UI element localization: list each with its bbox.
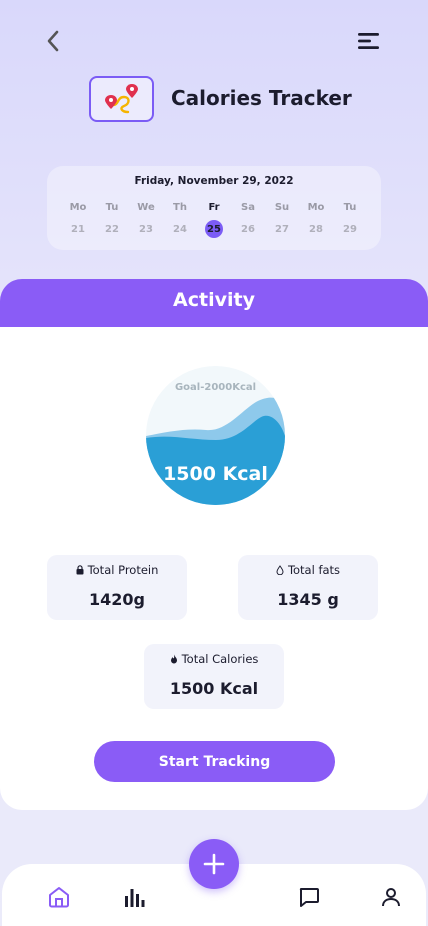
fats-label: Total fats (287, 563, 341, 577)
user-icon (382, 888, 400, 907)
calendar-day[interactable]: Tu 22 (95, 200, 129, 238)
page-title: Calories Tracker (171, 86, 352, 110)
chat-icon (299, 888, 319, 907)
calorie-value: 1500 Kcal (163, 463, 268, 485)
calories-stat-card: Total Calories 1500 Kcal (144, 644, 284, 709)
protein-label-row: Total Protein (47, 563, 187, 577)
route-pin-icon (104, 84, 138, 114)
add-button[interactable] (189, 839, 239, 889)
day-of-week: Sa (241, 202, 255, 213)
droplet-icon (276, 565, 284, 575)
calendar-day[interactable]: Mo 28 (299, 200, 333, 238)
chevron-left-icon (47, 30, 59, 52)
nav-profile[interactable] (376, 882, 406, 912)
protein-value: 1420g (89, 590, 145, 609)
activity-header: Activity (0, 279, 428, 327)
day-number: 27 (275, 223, 289, 235)
nav-stats[interactable] (119, 882, 149, 912)
calendar-day[interactable]: Sa 26 (231, 200, 265, 238)
day-number: 21 (71, 223, 85, 235)
plus-icon (203, 853, 225, 875)
day-number-selected: 25 (205, 220, 223, 238)
nav-chat[interactable] (294, 882, 324, 912)
day-number: 24 (173, 223, 187, 235)
home-icon (49, 887, 69, 908)
day-number: 29 (343, 223, 357, 235)
calendar-day[interactable]: Th 24 (163, 200, 197, 238)
flame-icon (170, 654, 177, 664)
calendar-date-label: Friday, November 29, 2022 (134, 175, 294, 187)
day-number: 22 (105, 223, 119, 235)
day-of-week: Tu (343, 202, 357, 213)
start-tracking-button[interactable]: Start Tracking (94, 741, 335, 782)
goal-label: Goal-2000Kcal (174, 382, 257, 393)
menu-icon (358, 33, 379, 49)
fats-stat-card: Total fats 1345 g (238, 555, 378, 620)
calendar-day[interactable]: We 23 (129, 200, 163, 238)
protein-stat-card: Total Protein 1420g (47, 555, 187, 620)
calories-label: Total Calories (181, 652, 259, 666)
day-of-week: Fr (208, 202, 220, 213)
calendar-day-selected[interactable]: Fr 25 (197, 200, 231, 238)
day-of-week: Mo (307, 202, 325, 213)
calendar-day[interactable]: Mo 21 (61, 200, 95, 238)
calorie-gauge: Goal-2000Kcal 1500 Kcal (146, 366, 285, 505)
day-of-week: We (137, 202, 155, 213)
calendar-day[interactable]: Su 27 (265, 200, 299, 238)
fats-label-row: Total fats (238, 563, 378, 577)
day-of-week: Su (274, 202, 290, 213)
back-button[interactable] (38, 26, 68, 56)
day-of-week: Th (173, 202, 187, 213)
calories-value: 1500 Kcal (169, 679, 259, 698)
nav-home[interactable] (44, 882, 74, 912)
bar-chart-icon (125, 889, 145, 907)
calendar-day[interactable]: Tu 29 (333, 200, 367, 238)
lock-icon (76, 565, 84, 575)
calendar-days: Mo 21 Tu 22 We 23 Th 24 Fr 25 Sa 26 Su 2… (61, 200, 367, 238)
app-logo (89, 76, 154, 122)
day-number: 26 (241, 223, 255, 235)
protein-label: Total Protein (87, 563, 159, 577)
menu-button[interactable] (354, 26, 384, 56)
day-number: 28 (309, 223, 323, 235)
calories-label-row: Total Calories (144, 652, 284, 666)
week-calendar: Friday, November 29, 2022 Mo 21 Tu 22 We… (47, 166, 381, 250)
day-number: 23 (139, 223, 153, 235)
day-of-week: Tu (105, 202, 119, 213)
fats-value: 1345 g (277, 590, 339, 609)
day-of-week: Mo (69, 202, 87, 213)
activity-title: Activity (173, 289, 255, 311)
